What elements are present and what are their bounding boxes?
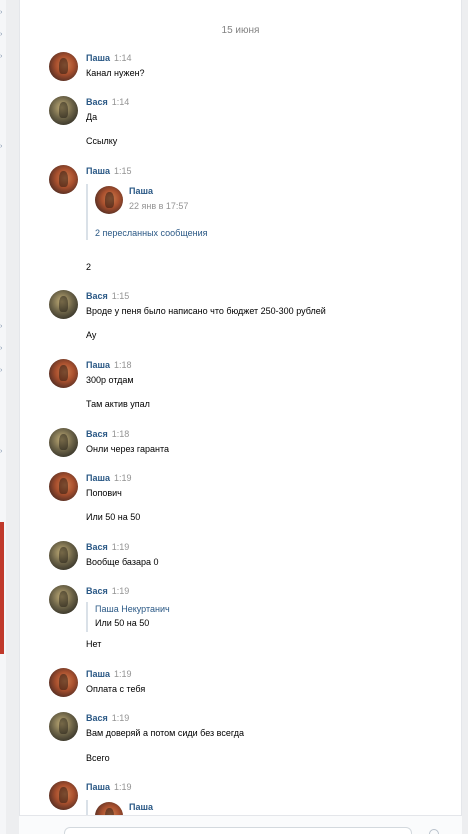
avatar[interactable] — [49, 781, 78, 810]
message-time[interactable]: 1:19 — [114, 473, 132, 483]
forwarded-date: 22 янв в 17:57 — [129, 201, 189, 211]
sidebar-counter-icon[interactable]: › — [0, 9, 5, 17]
message-time[interactable]: 1:19 — [112, 542, 130, 552]
message-author[interactable]: Вася — [86, 291, 108, 301]
sidebar-counter-icon[interactable]: › — [0, 448, 5, 456]
message-text: Или 50 на 50 — [86, 512, 141, 522]
message-author[interactable]: Вася — [86, 713, 108, 723]
quote-text: Или 50 на 50 — [95, 618, 150, 628]
forwarded-link[interactable]: 2 пересланных сообщения — [95, 228, 208, 238]
message-text: Вообще базара 0 — [86, 557, 159, 567]
message-author[interactable]: Паша — [86, 669, 110, 679]
message-text: Там актив упал — [86, 399, 150, 409]
reply-quote[interactable]: Паша Некуртанич Или 50 на 50 — [86, 602, 286, 632]
sidebar-counter-icon[interactable]: › — [0, 345, 5, 353]
message-text: Да — [86, 112, 98, 122]
chat-history[interactable]: 15 июня Паша 1:14 Канал нужен? Вася 1:14 Д… — [19, 0, 462, 834]
avatar[interactable] — [49, 290, 78, 319]
message-author[interactable]: Вася — [86, 429, 108, 439]
message-author[interactable]: Паша — [86, 782, 110, 792]
message-text: 300р отдам — [86, 375, 134, 385]
sidebar-highlight-bar — [0, 522, 4, 654]
avatar[interactable] — [49, 165, 78, 194]
emoji-icon[interactable] — [429, 829, 439, 834]
message-time[interactable]: 1:14 — [112, 97, 130, 107]
message-time[interactable]: 1:15 — [114, 166, 132, 176]
avatar[interactable] — [49, 472, 78, 501]
message-text: Ау — [86, 330, 97, 340]
message-text: Оплата с тебя — [86, 684, 146, 694]
sidebar-counter-icon[interactable]: › — [0, 143, 5, 151]
sidebar-counter-icon[interactable]: › — [0, 323, 5, 331]
left-sidebar-edge — [0, 0, 6, 834]
forwarded-author[interactable]: Паша — [129, 802, 153, 812]
message-time[interactable]: 1:19 — [114, 782, 132, 792]
message-text: Вроде у пеня было написано что бюджет 25… — [86, 306, 326, 316]
sidebar-counter-icon[interactable]: › — [0, 367, 5, 375]
message-time[interactable]: 1:15 — [112, 291, 130, 301]
message-author[interactable]: Паша — [86, 53, 110, 63]
sidebar-counter-icon[interactable]: › — [0, 31, 5, 39]
message-author[interactable]: Вася — [86, 586, 108, 596]
avatar[interactable] — [49, 52, 78, 81]
avatar[interactable] — [49, 712, 78, 741]
avatar[interactable] — [95, 186, 123, 214]
message-text: Вам доверяй а потом сиди без всегда — [86, 728, 244, 738]
message-text: Ссылку — [86, 136, 118, 146]
avatar[interactable] — [49, 668, 78, 697]
avatar[interactable] — [49, 359, 78, 388]
message-text: Попович — [86, 488, 122, 498]
message-text: Всего — [86, 753, 110, 763]
message-author[interactable]: Паша — [86, 166, 110, 176]
sidebar-counter-icon[interactable]: › — [0, 53, 5, 61]
message-time[interactable]: 1:18 — [112, 429, 130, 439]
message-text: Онли через гаранта — [86, 444, 169, 454]
avatar[interactable] — [49, 428, 78, 457]
message-time[interactable]: 1:19 — [112, 713, 130, 723]
message-author[interactable]: Паша — [86, 473, 110, 483]
quote-author[interactable]: Паша Некуртанич — [95, 604, 170, 614]
message-text: Канал нужен? — [86, 68, 145, 78]
message-author[interactable]: Вася — [86, 97, 108, 107]
forwarded-author[interactable]: Паша — [129, 186, 153, 196]
message-author[interactable]: Паша — [86, 360, 110, 370]
message-time[interactable]: 1:19 — [112, 586, 130, 596]
message-time[interactable]: 1:18 — [114, 360, 132, 370]
forwarded-messages[interactable]: Паша 22 янв в 17:57 2 пересланных сообще… — [86, 184, 286, 240]
message-author[interactable]: Вася — [86, 542, 108, 552]
avatar[interactable] — [49, 541, 78, 570]
message-time[interactable]: 1:14 — [114, 53, 132, 63]
message-input[interactable] — [64, 827, 412, 834]
avatar[interactable] — [49, 585, 78, 614]
message-text: 2 — [86, 262, 92, 272]
avatar[interactable] — [49, 96, 78, 125]
message-composer — [19, 815, 462, 834]
message-time[interactable]: 1:19 — [114, 669, 132, 679]
message-text: Нет — [86, 639, 102, 649]
date-separator: 15 июня — [221, 25, 260, 36]
